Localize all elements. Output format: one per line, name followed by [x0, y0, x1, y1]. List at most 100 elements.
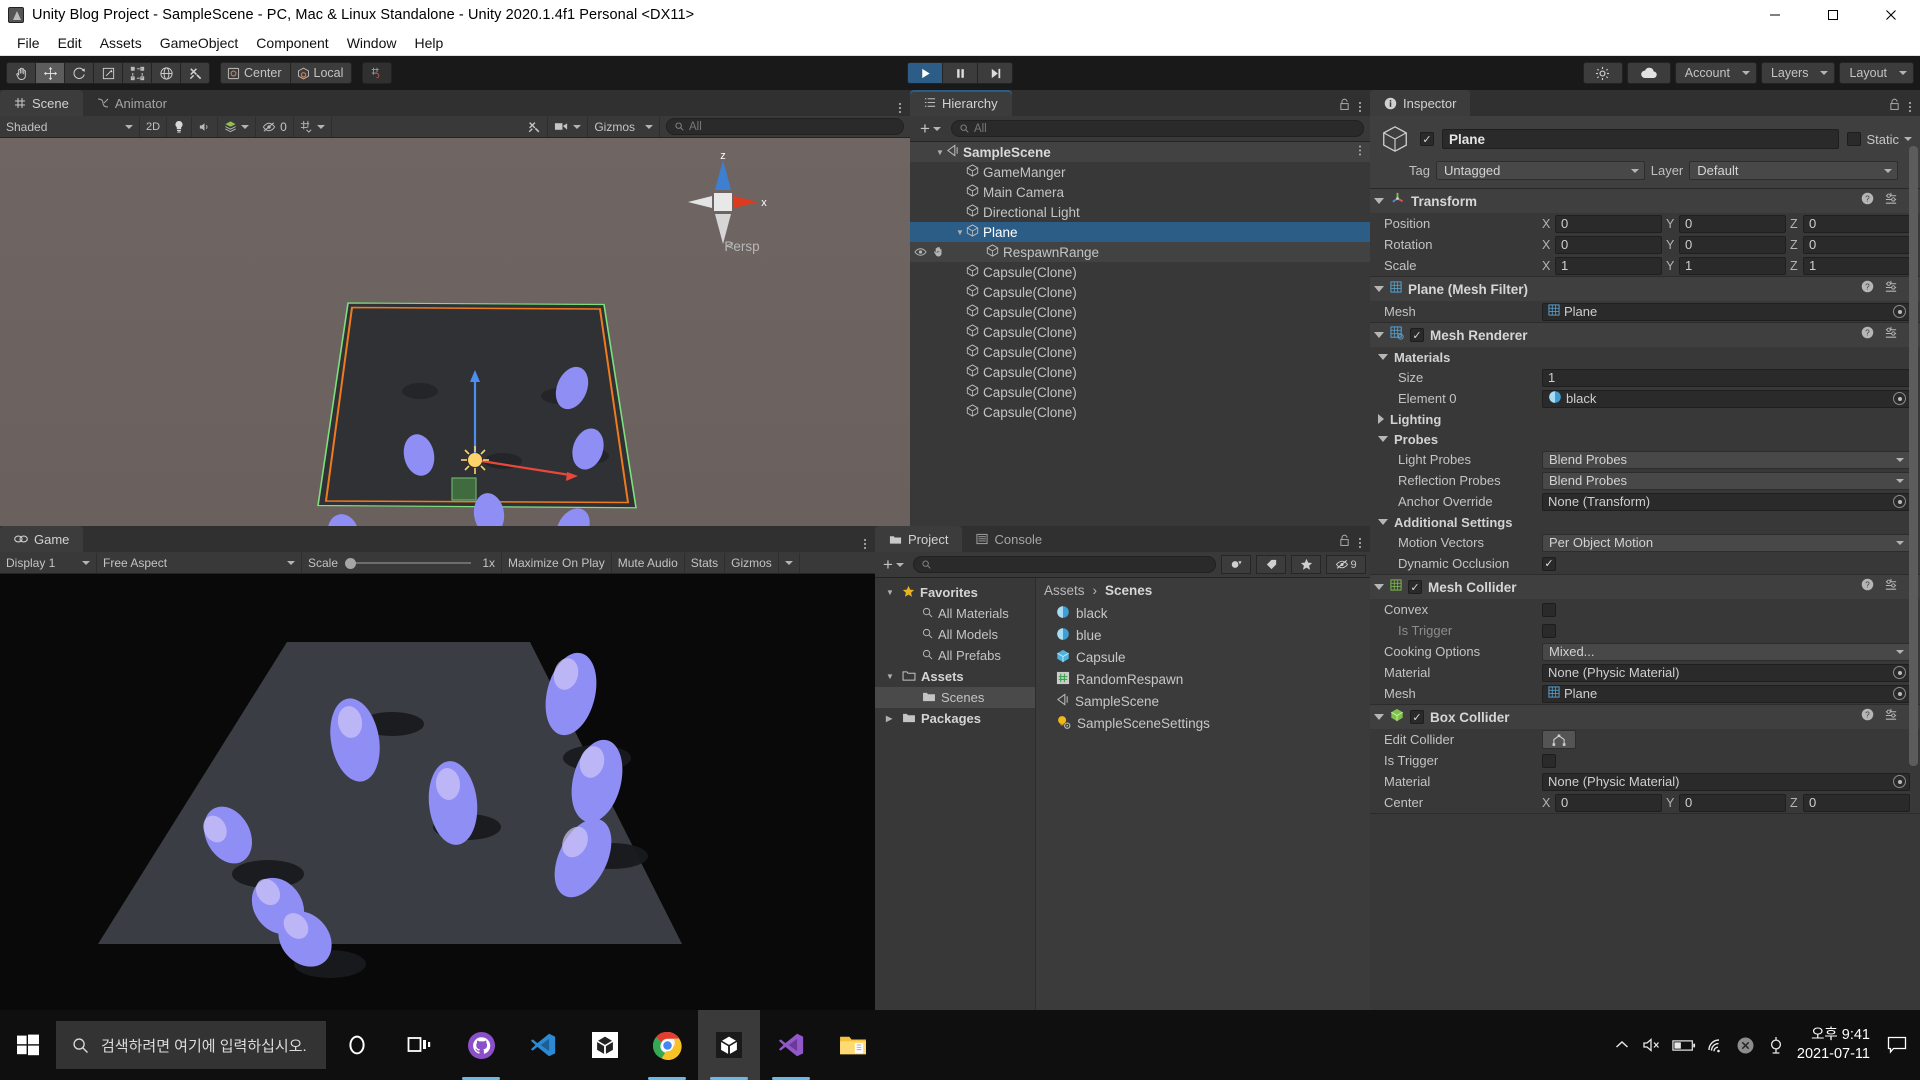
- vscode-icon[interactable]: [512, 1010, 574, 1080]
- hierarchy-item[interactable]: Main Camera: [910, 182, 1370, 202]
- hierarchy-item[interactable]: RespawnRange: [910, 242, 1370, 262]
- project-tree-item[interactable]: ▼ Assets: [875, 666, 1035, 687]
- minimize-button[interactable]: [1746, 0, 1804, 30]
- cloud-services-icon[interactable]: [1626, 62, 1671, 84]
- cortana-icon[interactable]: [326, 1010, 388, 1080]
- field-y[interactable]: 0: [1679, 235, 1786, 254]
- scene-camera-dropdown[interactable]: [548, 116, 589, 137]
- checkbox-field[interactable]: ✓: [1542, 556, 1556, 571]
- maximize-button[interactable]: [1804, 0, 1862, 30]
- task-view-icon[interactable]: [388, 1010, 450, 1080]
- help-icon[interactable]: ?: [1861, 326, 1874, 344]
- play-button[interactable]: [907, 62, 943, 84]
- game-aspect-dropdown[interactable]: Free Aspect: [97, 552, 302, 573]
- tab-inspector[interactable]: Inspector: [1370, 90, 1471, 116]
- project-tree-item[interactable]: Scenes: [875, 687, 1035, 708]
- inspector-options-kebab[interactable]: [1908, 100, 1912, 115]
- expand-arrow[interactable]: [1374, 198, 1384, 204]
- tab-scene[interactable]: Scene: [0, 90, 83, 116]
- object-field[interactable]: None (Transform): [1542, 492, 1910, 511]
- game-gizmos-dropdown[interactable]: Gizmos: [725, 552, 779, 573]
- component-enabled-checkbox[interactable]: ✓: [1410, 328, 1424, 342]
- expand-arrow[interactable]: [1374, 286, 1384, 292]
- component-enabled-checkbox[interactable]: ✓: [1410, 710, 1424, 724]
- hierarchy-options-kebab[interactable]: [1358, 100, 1362, 115]
- expand-arrow[interactable]: [1374, 332, 1384, 338]
- hierarchy-item[interactable]: Capsule(Clone): [910, 362, 1370, 382]
- project-tree-item[interactable]: All Materials: [875, 603, 1035, 624]
- hierarchy-item[interactable]: Capsule(Clone): [910, 342, 1370, 362]
- game-gizmos-caret[interactable]: [779, 552, 800, 573]
- breadcrumb-assets[interactable]: Assets: [1044, 583, 1085, 598]
- volume-mute-icon[interactable]: [1637, 1010, 1667, 1080]
- github-desktop-icon[interactable]: [450, 1010, 512, 1080]
- component-header[interactable]: Transform?: [1370, 189, 1920, 213]
- pivot-mode-button[interactable]: Center: [220, 62, 291, 84]
- expand-arrow[interactable]: [1374, 584, 1384, 590]
- project-lock-icon[interactable]: [1339, 534, 1350, 552]
- layer-dropdown[interactable]: Default: [1689, 161, 1898, 180]
- grid-snapping-button[interactable]: [362, 62, 393, 84]
- notification-center-icon[interactable]: [1880, 1010, 1914, 1080]
- hierarchy-item[interactable]: Directional Light: [910, 202, 1370, 222]
- game-mute-audio-toggle[interactable]: Mute Audio: [612, 552, 685, 573]
- component-enabled-checkbox[interactable]: ✓: [1408, 580, 1422, 594]
- foldout-section[interactable]: Probes: [1370, 429, 1920, 449]
- project-asset-item[interactable]: blue: [1036, 624, 1370, 646]
- scene-orientation-gizmo[interactable]: z x < Persp: [684, 148, 770, 278]
- scene-audio-toggle[interactable]: [192, 116, 219, 137]
- scene-kebab[interactable]: [1358, 144, 1370, 160]
- preset-icon[interactable]: [1884, 578, 1898, 597]
- foldout-section[interactable]: Materials: [1370, 347, 1920, 367]
- hierarchy-item[interactable]: ▼ SampleScene: [910, 142, 1370, 162]
- menu-assets[interactable]: Assets: [91, 32, 151, 54]
- hierarchy-item[interactable]: Capsule(Clone): [910, 262, 1370, 282]
- preset-icon[interactable]: [1884, 192, 1898, 211]
- expand-arrow[interactable]: ▼: [886, 672, 897, 681]
- hand-tool-button[interactable]: [6, 62, 36, 84]
- object-enabled-checkbox[interactable]: ✓: [1420, 132, 1434, 146]
- tag-dropdown[interactable]: Untagged: [1436, 161, 1645, 180]
- expand-arrow[interactable]: [1374, 714, 1384, 720]
- tab-project[interactable]: Project: [875, 526, 963, 552]
- expand-arrow[interactable]: [1378, 519, 1388, 525]
- preset-icon[interactable]: [1884, 708, 1898, 727]
- project-tree-item[interactable]: All Prefabs: [875, 645, 1035, 666]
- scene-grid-dropdown[interactable]: [294, 116, 332, 137]
- project-filter-type-icon[interactable]: [1221, 555, 1251, 574]
- checkbox-field[interactable]: [1542, 753, 1556, 768]
- game-options-kebab[interactable]: [863, 537, 867, 552]
- game-display-dropdown[interactable]: Display 1: [0, 552, 97, 573]
- project-filter-label-icon[interactable]: [1256, 555, 1286, 574]
- hierarchy-item[interactable]: Capsule(Clone): [910, 302, 1370, 322]
- preset-icon[interactable]: [1884, 280, 1898, 299]
- project-tree-item[interactable]: ▶ Packages: [875, 708, 1035, 729]
- expand-arrow[interactable]: [1378, 414, 1384, 424]
- foldout-section[interactable]: Additional Settings: [1370, 512, 1920, 532]
- dropdown-field[interactable]: Blend Probes: [1542, 450, 1910, 469]
- expand-arrow[interactable]: ▶: [886, 714, 897, 723]
- hierarchy-search-input[interactable]: All: [950, 120, 1364, 137]
- step-button[interactable]: [977, 62, 1013, 84]
- object-field[interactable]: None (Physic Material): [1542, 772, 1910, 791]
- static-checkbox[interactable]: [1847, 132, 1862, 146]
- chevron-up-icon[interactable]: [1607, 1010, 1637, 1080]
- visibility-toggles[interactable]: [914, 245, 944, 260]
- pause-button[interactable]: [942, 62, 978, 84]
- game-stats-toggle[interactable]: Stats: [685, 552, 726, 573]
- scene-viewport[interactable]: z x < Persp: [0, 138, 910, 526]
- menu-component[interactable]: Component: [247, 32, 337, 54]
- project-asset-item[interactable]: RandomRespawn: [1036, 668, 1370, 690]
- field-y[interactable]: 0: [1679, 793, 1786, 812]
- scene-hidden-objects[interactable]: 0: [256, 116, 294, 137]
- wifi-icon[interactable]: [1701, 1010, 1731, 1080]
- taskbar-search-input[interactable]: 검색하려면 여기에 입력하십시오.: [56, 1021, 326, 1069]
- scene-search-input[interactable]: All: [666, 118, 904, 135]
- object-field[interactable]: None (Physic Material): [1542, 663, 1910, 682]
- inspector-lock-icon[interactable]: [1889, 98, 1900, 116]
- battery-icon[interactable]: [1667, 1010, 1701, 1080]
- project-add-button[interactable]: +: [879, 556, 908, 573]
- foldout-section[interactable]: Lighting: [1370, 409, 1920, 429]
- project-search-input[interactable]: [912, 556, 1216, 573]
- help-icon[interactable]: ?: [1861, 708, 1874, 726]
